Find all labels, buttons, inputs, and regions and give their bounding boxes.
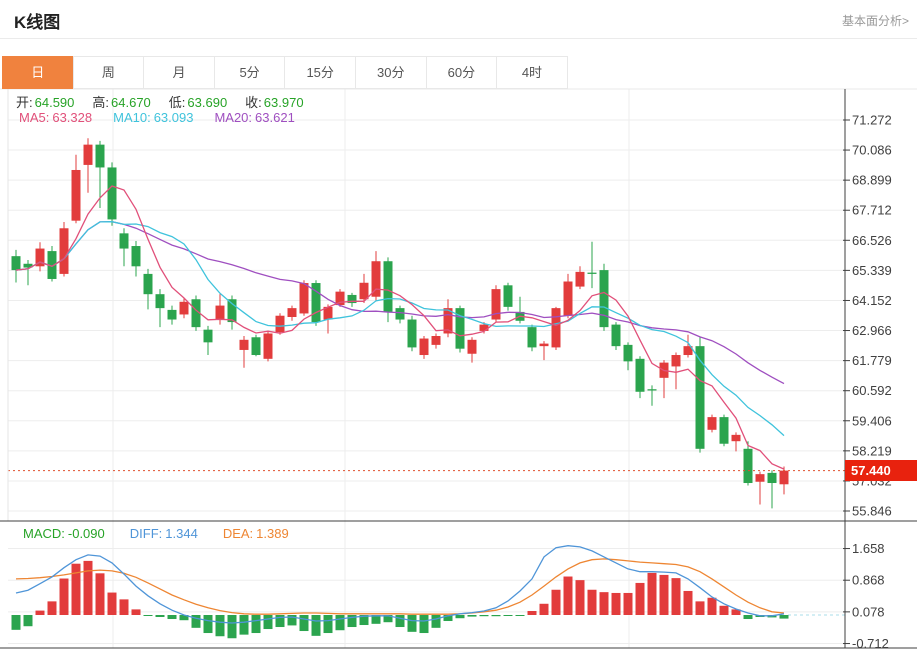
- ohlc-readout: 开:64.590 高:64.670 低:63.690 收:63.970: [16, 92, 304, 111]
- price-tick-label: 61.779: [852, 353, 892, 368]
- period-tab-bar: 日周月5分15分30分60分4时: [2, 56, 568, 89]
- tab-day[interactable]: 日: [2, 56, 74, 89]
- ma20-line: [16, 222, 784, 384]
- macd-tick-label: 1.658: [852, 541, 885, 556]
- tab-5min[interactable]: 5分: [214, 56, 286, 89]
- macd-label: MACD:: [23, 526, 65, 541]
- ma10-pair: MA10:63.093: [110, 110, 193, 125]
- tab-60min[interactable]: 60分: [426, 56, 498, 89]
- candles-layer: [12, 138, 789, 508]
- close-pair: 收:63.970: [245, 92, 303, 111]
- ma10-value: 63.093: [154, 110, 194, 125]
- price-tick-label: 67.712: [852, 203, 892, 218]
- open-pair: 开:64.590: [16, 92, 74, 111]
- price-tick-label: 60.592: [852, 383, 892, 398]
- macd-readout: MACD:-0.090 DIFF:1.344 DEA:1.389: [20, 526, 289, 541]
- close-value: 63.970: [264, 95, 304, 110]
- ma20-label: MA20:: [214, 110, 252, 125]
- open-label: 开:: [16, 95, 33, 110]
- ma5-line: [16, 186, 784, 469]
- tab-month[interactable]: 月: [143, 56, 215, 89]
- price-tick-label: 66.526: [852, 233, 892, 248]
- high-label: 高:: [92, 95, 109, 110]
- price-axis: 71.272 70.086 68.899 67.712 66.526 65.339 64.1…: [843, 113, 892, 519]
- ma5-value: 63.328: [52, 110, 92, 125]
- ma-readout: MA5:63.328 MA10:63.093 MA20:63.621: [16, 110, 295, 125]
- dea-label: DEA:: [223, 526, 253, 541]
- current-price-badge: 57.440: [845, 460, 917, 481]
- price-tick-label: 58.219: [852, 443, 892, 458]
- macd-tick-label: 0.868: [852, 573, 885, 588]
- price-tick-label: 64.152: [852, 293, 892, 308]
- price-tick-label: 68.899: [852, 173, 892, 188]
- diff-pair: DIFF:1.344: [127, 526, 198, 541]
- price-tick-label: 59.406: [852, 413, 892, 428]
- panel-borders: [0, 89, 917, 648]
- low-value: 63.690: [187, 95, 227, 110]
- price-tick-label: 55.846: [852, 504, 892, 519]
- price-tick-label: 65.339: [852, 263, 892, 278]
- macd-pair: MACD:-0.090: [20, 526, 105, 541]
- ma20-value: 63.621: [255, 110, 295, 125]
- ma20-pair: MA20:63.621: [211, 110, 294, 125]
- close-label: 收:: [245, 95, 262, 110]
- low-pair: 低:63.690: [169, 92, 227, 111]
- price-tick-label: 62.966: [852, 323, 892, 338]
- tab-15min[interactable]: 15分: [284, 56, 356, 89]
- diff-label: DIFF:: [130, 526, 163, 541]
- macd-tick-label: 0.078: [852, 604, 885, 619]
- ma10-line: [16, 222, 784, 436]
- high-value: 64.670: [111, 95, 151, 110]
- dea-pair: DEA:1.389: [220, 526, 289, 541]
- price-tick-label: 71.272: [852, 113, 892, 128]
- open-value: 64.590: [35, 95, 75, 110]
- ma5-pair: MA5:63.328: [16, 110, 92, 125]
- price-tick-label: 70.086: [852, 143, 892, 158]
- kline-page: K线图 基本面分析> 日周月5分15分30分60分4时 71.27270.086…: [0, 0, 917, 650]
- tab-4hour[interactable]: 4时: [496, 56, 568, 89]
- high-pair: 高:64.670: [92, 92, 150, 111]
- ma5-label: MA5:: [19, 110, 49, 125]
- diff-value: 1.344: [165, 526, 198, 541]
- gridlines: [8, 89, 845, 648]
- low-label: 低:: [169, 95, 186, 110]
- tab-30min[interactable]: 30分: [355, 56, 427, 89]
- macd-axis: 1.6580.8680.078-0.712: [843, 541, 889, 650]
- tab-week[interactable]: 周: [73, 56, 145, 89]
- ma10-label: MA10:: [113, 110, 151, 125]
- dea-line: [16, 559, 784, 614]
- macd-value: -0.090: [68, 526, 105, 541]
- dea-value: 1.389: [256, 526, 289, 541]
